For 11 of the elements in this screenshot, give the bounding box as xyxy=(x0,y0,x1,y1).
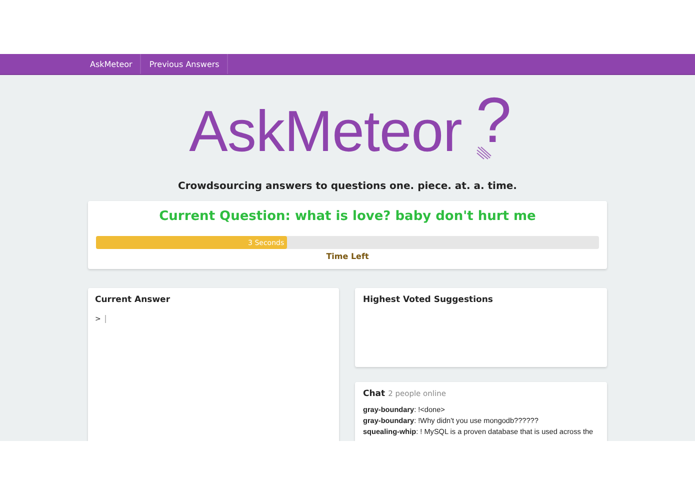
tagline: Crowdsourcing answers to questions one. piece. at. a. time. xyxy=(178,181,517,192)
card-title: Highest Voted Suggestions xyxy=(363,295,494,305)
nav-link[interactable]: Previous Answers xyxy=(141,54,228,74)
question-title: Current Question: what is love? baby don't hurt me xyxy=(159,209,536,224)
nav-link[interactable]: AskMeteor xyxy=(82,54,142,74)
logo-text: AskMeteor xyxy=(189,103,462,161)
card-title: Chat xyxy=(363,389,386,399)
card-title: Current Answer xyxy=(95,295,172,305)
time-left-label: Time Left xyxy=(326,252,369,261)
logo-question-mark: ? xyxy=(476,95,512,145)
meteor-streak-icon xyxy=(476,146,492,160)
